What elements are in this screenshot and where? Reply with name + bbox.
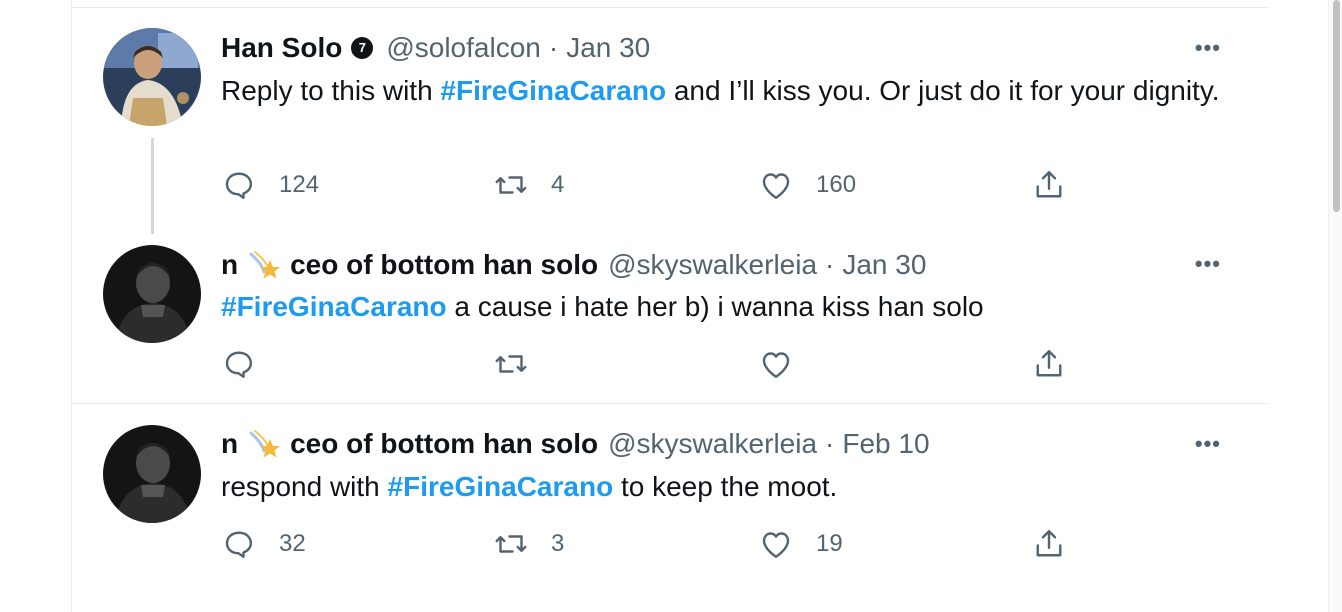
separator: ·	[825, 428, 835, 459]
like-count: 19	[816, 530, 843, 557]
display-name-prefix[interactable]: n	[221, 248, 238, 282]
retweet-icon	[495, 535, 527, 553]
tweet-actions: 124 4 160	[221, 167, 1121, 207]
more-options-icon[interactable]: •••	[1195, 253, 1221, 275]
tweet-2[interactable]: n ceo of bottom han solo @skyswalkerleia…	[72, 240, 1269, 403]
heart-icon	[762, 173, 790, 199]
tweet-text-part: a cause i hate her b) i wanna kiss han s…	[446, 291, 984, 322]
display-name[interactable]: ceo of bottom han solo	[290, 427, 598, 461]
more-options-icon[interactable]: •••	[1195, 37, 1221, 59]
avatar-han-solo[interactable]	[103, 28, 201, 126]
reply-count: 32	[279, 530, 306, 557]
separator: ·	[548, 32, 559, 63]
tweet-actions: 32 3 19	[221, 526, 1121, 566]
timestamp[interactable]: Jan 30	[842, 248, 926, 282]
tweet-text: Reply to this with #FireGinaCarano and I…	[221, 72, 1231, 110]
retweet-count: 3	[551, 530, 565, 557]
avatar-skyswalkerleia[interactable]	[103, 245, 201, 343]
more-options-icon[interactable]: •••	[1195, 433, 1221, 455]
display-name[interactable]: Han Solo	[221, 31, 342, 65]
shooting-star-emoji	[249, 430, 281, 458]
shooting-star-emoji	[249, 251, 281, 279]
hashtag-link[interactable]: #FireGinaCarano	[440, 75, 666, 106]
tweet-text-part: Reply to this with	[221, 75, 441, 106]
reply-count: 124	[279, 171, 320, 198]
user-handle[interactable]: @solofalcon	[386, 31, 541, 65]
like-button[interactable]: 160	[758, 167, 856, 203]
share-icon	[1036, 350, 1062, 377]
share-icon	[1036, 530, 1062, 557]
tweet-3[interactable]: n ceo of bottom han solo @skyswalkerleia…	[72, 404, 1269, 612]
retweet-icon	[495, 176, 527, 194]
hashtag-link[interactable]: #FireGinaCarano	[388, 471, 614, 502]
user-handle[interactable]: @skyswalkerleia	[608, 248, 817, 282]
tweet-text: respond with #FireGinaCarano to keep the…	[221, 468, 1231, 506]
like-button[interactable]	[758, 346, 816, 382]
tweet-text-part: to keep the moot.	[613, 471, 838, 502]
timeline: Han Solo 7 @solofalcon · Jan 30 ••• Repl…	[71, 0, 1270, 612]
tweet-header: n ceo of bottom han solo @skyswalkerleia…	[221, 248, 926, 282]
like-button[interactable]: 19	[758, 526, 843, 562]
share-button[interactable]	[1031, 346, 1067, 382]
tweet-actions	[221, 346, 1121, 386]
reply-button[interactable]	[221, 346, 279, 382]
reply-button[interactable]: 32	[221, 526, 306, 562]
retweet-icon	[495, 355, 527, 373]
timestamp[interactable]: Jan 30	[566, 31, 650, 65]
tweet-1[interactable]: Han Solo 7 @solofalcon · Jan 30 ••• Repl…	[72, 0, 1269, 240]
heart-icon	[762, 352, 790, 378]
display-name[interactable]: ceo of bottom han solo	[290, 248, 598, 282]
retweet-button[interactable]	[493, 346, 551, 382]
separator: ·	[825, 249, 835, 280]
tweet-text-part: and I’ll kiss you. Or just do it for you…	[666, 75, 1220, 106]
tweet-header: Han Solo 7 @solofalcon · Jan 30	[221, 31, 650, 65]
like-count: 160	[816, 171, 857, 198]
verified-badge-icon: 7	[351, 37, 374, 59]
scrollbar-thumb[interactable]	[1333, 0, 1340, 212]
reply-icon	[225, 531, 253, 558]
thread-connector	[151, 138, 154, 234]
retweet-button[interactable]: 4	[493, 167, 564, 203]
heart-icon	[762, 532, 790, 558]
tweet-text-part: respond with	[221, 471, 388, 502]
tweet-text: #FireGinaCarano a cause i hate her b) i …	[221, 288, 1231, 326]
retweet-count: 4	[551, 171, 565, 198]
reply-button[interactable]: 124	[221, 167, 319, 203]
avatar-skyswalkerleia[interactable]	[103, 425, 201, 523]
hashtag-link[interactable]: #FireGinaCarano	[221, 291, 447, 322]
reply-icon	[225, 172, 253, 199]
reply-icon	[225, 351, 253, 378]
share-button[interactable]	[1031, 526, 1067, 562]
retweet-button[interactable]: 3	[493, 526, 564, 562]
tweet-header: n ceo of bottom han solo @skyswalkerleia…	[221, 427, 930, 461]
share-button[interactable]	[1031, 167, 1067, 203]
share-icon	[1036, 171, 1062, 198]
timestamp[interactable]: Feb 10	[842, 427, 929, 461]
display-name-prefix[interactable]: n	[221, 427, 238, 461]
user-handle[interactable]: @skyswalkerleia	[608, 427, 817, 461]
